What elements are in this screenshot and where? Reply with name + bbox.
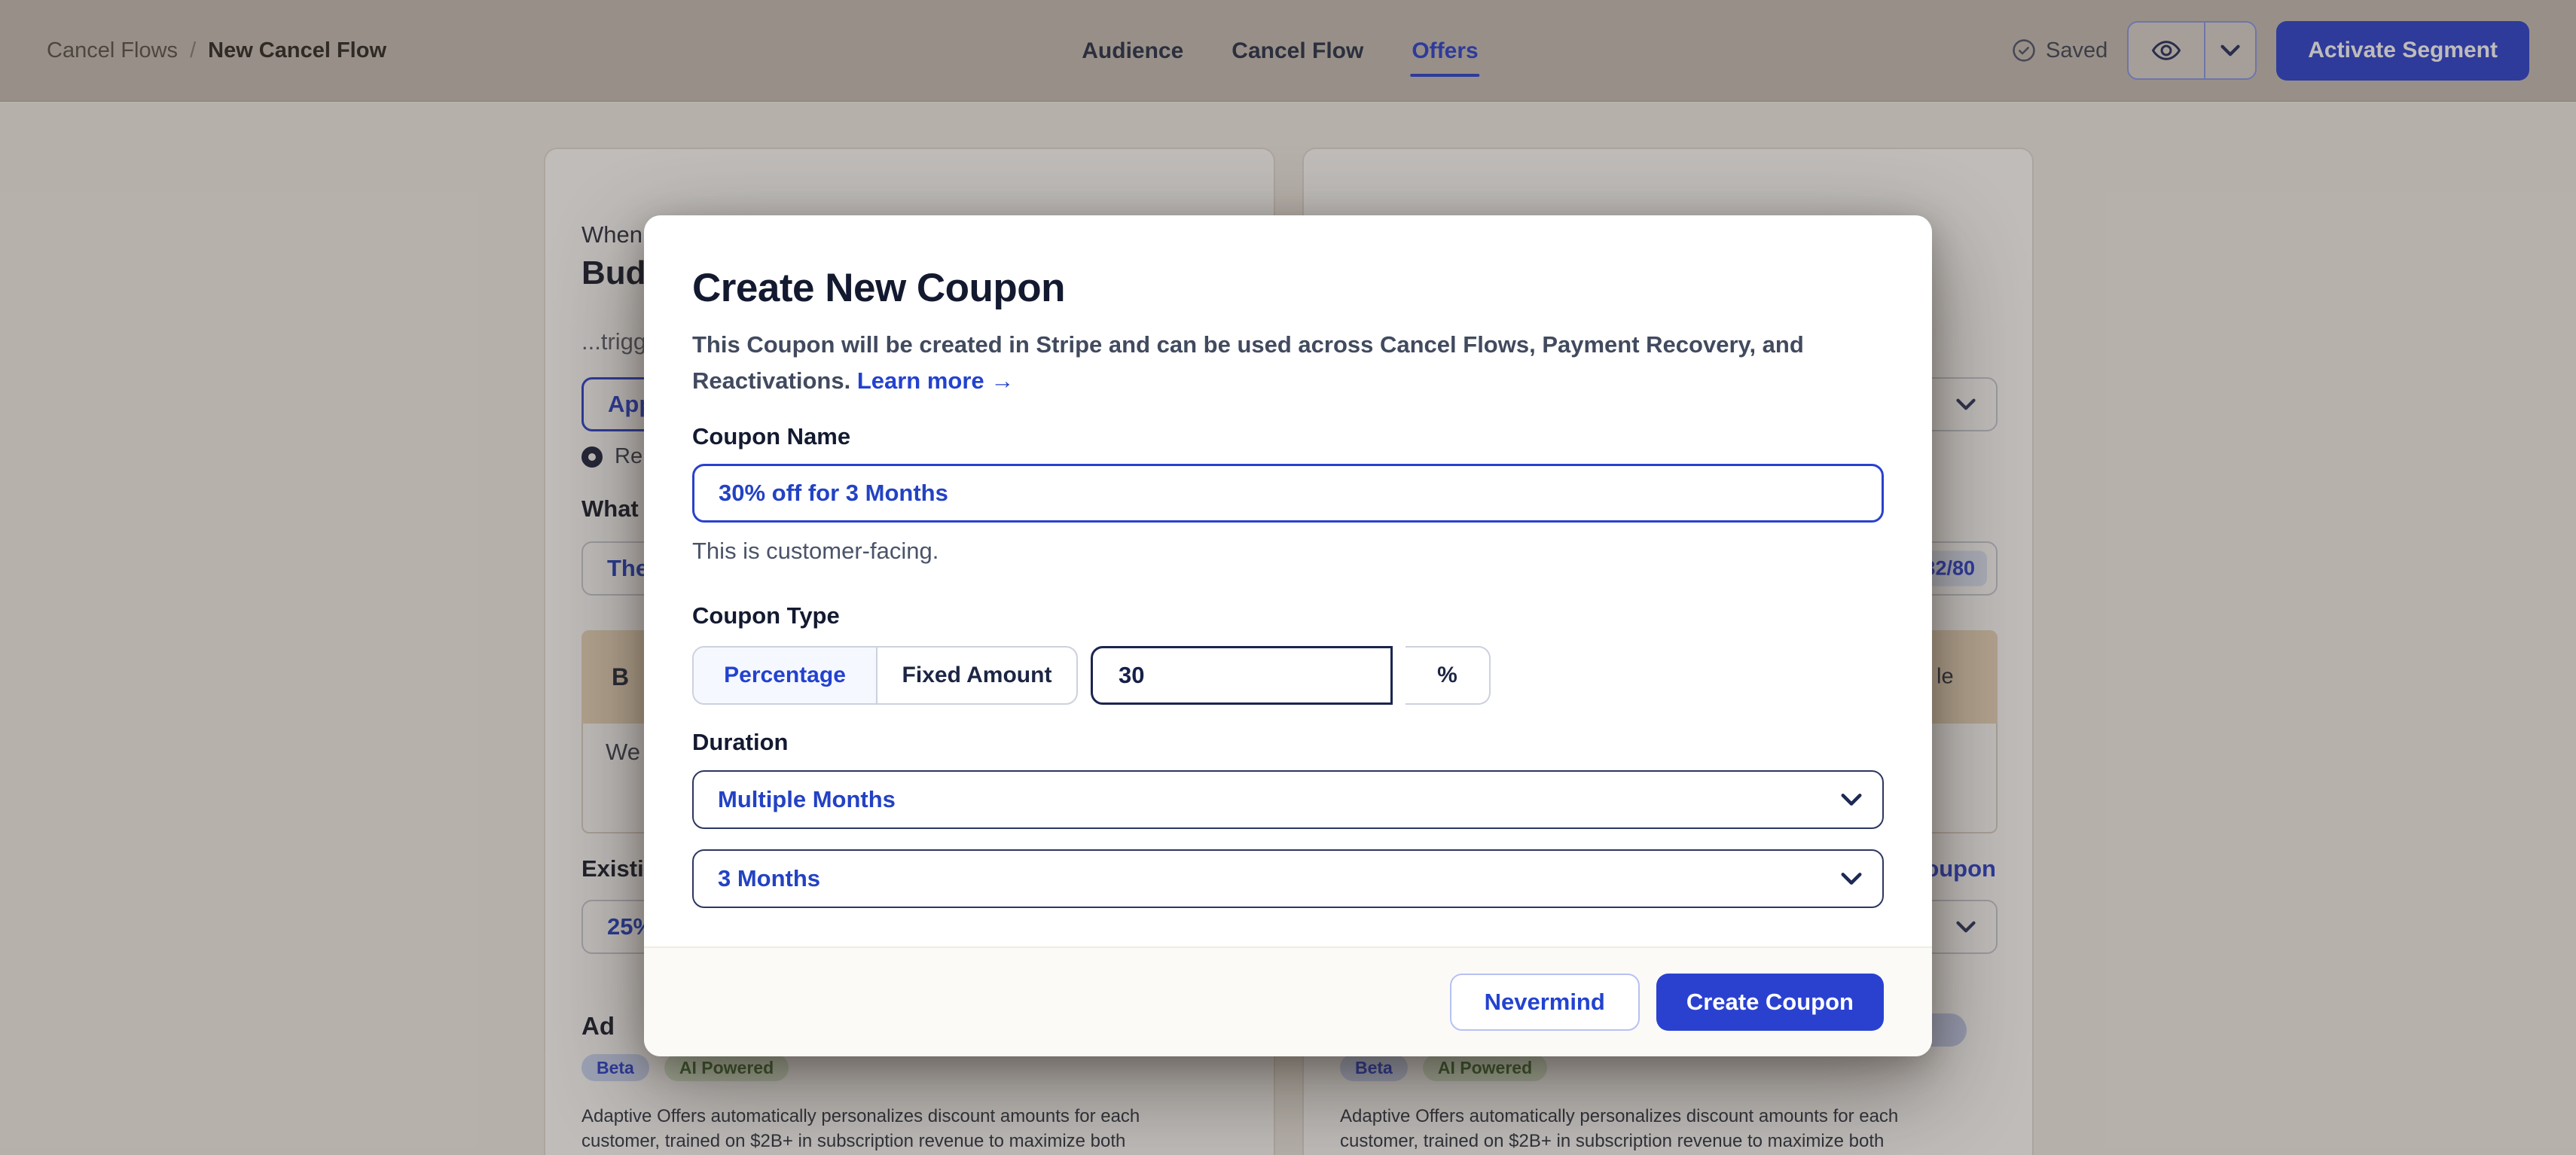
duration-months-select[interactable]: 3 Months: [692, 849, 1884, 908]
coupon-name-input[interactable]: [692, 464, 1884, 523]
fixed-amount-option[interactable]: Fixed Amount: [876, 648, 1076, 703]
modal-description: This Coupon will be created in Stripe an…: [692, 327, 1804, 399]
modal-description-line1: This Coupon will be created in Stripe an…: [692, 327, 1804, 363]
duration-select-value: Multiple Months: [718, 786, 896, 813]
chevron-down-icon: [1840, 872, 1863, 886]
percentage-option[interactable]: Percentage: [694, 648, 876, 703]
modal-footer: Nevermind Create Coupon: [644, 946, 1932, 1056]
create-coupon-button[interactable]: Create Coupon: [1656, 974, 1884, 1031]
discount-amount-input[interactable]: [1091, 646, 1393, 705]
coupon-type-label: Coupon Type: [692, 602, 840, 629]
coupon-type-segmented-control: Percentage Fixed Amount: [692, 646, 1078, 705]
nevermind-button[interactable]: Nevermind: [1450, 974, 1640, 1031]
coupon-type-row: Percentage Fixed Amount %: [692, 646, 1491, 705]
modal-description-line2: Reactivations. Learn more →: [692, 363, 1804, 399]
modal-title: Create New Coupon: [692, 265, 1065, 311]
learn-more-link[interactable]: Learn more →: [857, 367, 1014, 394]
duration-months-value: 3 Months: [718, 865, 820, 892]
create-coupon-modal: Create New Coupon This Coupon will be cr…: [644, 215, 1932, 1056]
duration-label: Duration: [692, 729, 788, 756]
coupon-name-label: Coupon Name: [692, 423, 850, 450]
duration-select[interactable]: Multiple Months: [692, 770, 1884, 829]
chevron-down-icon: [1840, 793, 1863, 807]
percent-unit-suffix: %: [1406, 646, 1491, 705]
coupon-name-helper: This is customer-facing.: [692, 538, 939, 565]
